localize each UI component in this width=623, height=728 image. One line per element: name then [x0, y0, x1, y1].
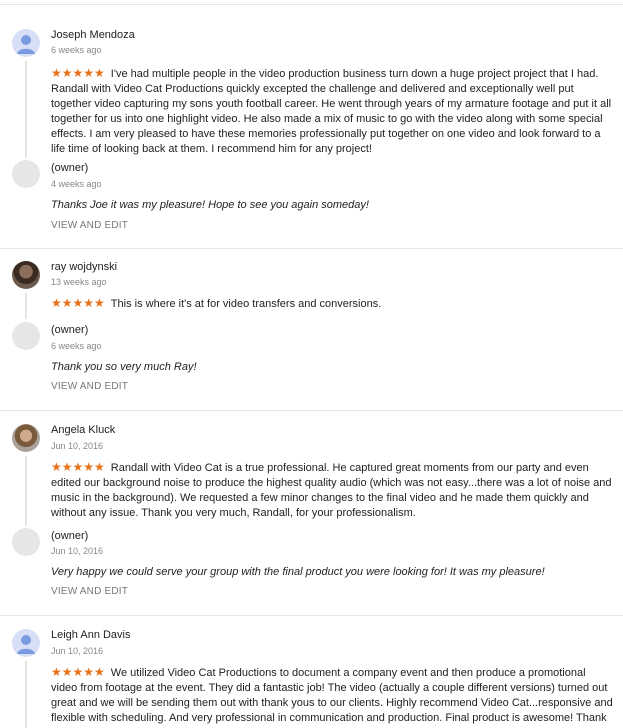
person-icon: [17, 35, 35, 54]
view-and-edit-link[interactable]: VIEW AND EDIT: [51, 381, 128, 392]
reviewer-name[interactable]: Angela Kluck: [51, 424, 115, 436]
review-text: ★★★★★ We utilized Video Cat Productions t…: [51, 665, 613, 728]
reviewer-avatar[interactable]: [12, 424, 40, 452]
reviewer-name[interactable]: ray wojdynski: [51, 261, 117, 273]
review-body: We utilized Video Cat Productions to doc…: [51, 667, 613, 728]
owner-avatar: [12, 322, 40, 350]
reviewer-avatar[interactable]: [12, 29, 40, 57]
reply-date: 4 weeks ago: [51, 179, 102, 189]
review-item: Joseph Mendoza 6 weeks ago ★★★★★ I've had…: [0, 5, 623, 249]
star-rating: ★★★★★: [51, 665, 105, 679]
review-text: ★★★★★ I've had multiple people in the vid…: [51, 66, 613, 157]
review-body: This is where it's at for video transfer…: [110, 298, 382, 310]
review-body: Randall with Video Cat is a true profess…: [51, 462, 612, 519]
review-item: ray wojdynski 13 weeks ago ★★★★★ This is …: [0, 249, 623, 411]
review-item: Angela Kluck Jun 10, 2016 ★★★★★ Randall w…: [0, 411, 623, 616]
owner-reply-text: Very happy we could serve your group wit…: [51, 566, 545, 578]
star-rating: ★★★★★: [51, 460, 105, 474]
thread-line: [25, 61, 27, 158]
person-icon: [17, 635, 35, 654]
reply-author: (owner): [51, 324, 89, 336]
reply-date: Jun 10, 2016: [51, 546, 104, 556]
owner-avatar: [12, 528, 40, 556]
reviews-page: Joseph Mendoza 6 weeks ago ★★★★★ I've had…: [0, 0, 623, 728]
owner-reply-text: Thank you so very much Ray!: [51, 361, 197, 373]
review-item: Leigh Ann Davis Jun 10, 2016 ★★★★★ We uti…: [0, 616, 623, 728]
thread-line: [25, 456, 27, 526]
view-and-edit-link[interactable]: VIEW AND EDIT: [51, 220, 128, 231]
review-date: 6 weeks ago: [51, 45, 102, 55]
review-body: I've had multiple people in the video pr…: [51, 68, 612, 155]
review-text: ★★★★★ This is where it's at for video tra…: [51, 296, 613, 312]
review-text: ★★★★★ Randall with Video Cat is a true pr…: [51, 460, 613, 521]
owner-avatar: [12, 160, 40, 188]
review-date: 13 weeks ago: [51, 277, 107, 287]
star-rating: ★★★★★: [51, 296, 105, 310]
reviewer-name[interactable]: Joseph Mendoza: [51, 29, 135, 41]
owner-reply-text: Thanks Joe it was my pleasure! Hope to s…: [51, 199, 369, 211]
thread-line: [25, 293, 27, 319]
thread-line: [25, 661, 27, 728]
reviewer-avatar[interactable]: [12, 629, 40, 657]
view-and-edit-link[interactable]: VIEW AND EDIT: [51, 586, 128, 597]
reply-author: (owner): [51, 162, 89, 174]
reply-date: 6 weeks ago: [51, 341, 102, 351]
review-date: Jun 10, 2016: [51, 441, 104, 451]
reviewer-avatar[interactable]: [12, 261, 40, 289]
star-rating: ★★★★★: [51, 66, 105, 80]
reply-author: (owner): [51, 530, 89, 542]
review-date: Jun 10, 2016: [51, 646, 104, 656]
reviewer-name[interactable]: Leigh Ann Davis: [51, 629, 131, 641]
